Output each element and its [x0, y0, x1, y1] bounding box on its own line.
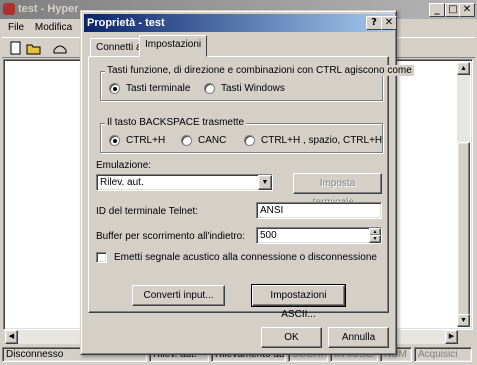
terminal-vertical-scrollbar[interactable]: ▲ ▼	[457, 62, 470, 327]
properties-dialog: Proprietà - test ? ✕ Connetti a Impostaz…	[80, 10, 414, 355]
backspace-legend: Il tasto BACKSPACE trasmette	[105, 117, 247, 128]
emulation-dropdown[interactable]: Rilev. aut. ▼	[96, 174, 273, 191]
beep-checkbox[interactable]	[96, 252, 107, 263]
ok-button[interactable]: OK	[261, 327, 322, 348]
scroll-buffer-label: Buffer per scorrimento all'indietro:	[96, 231, 246, 242]
dialog-title: Proprietà - test	[87, 17, 165, 29]
menu-file[interactable]: File	[8, 22, 24, 33]
emulation-dropdown-value: Rilev. aut.	[100, 177, 144, 188]
chevron-down-icon[interactable]: ▼	[258, 175, 272, 190]
app-icon	[3, 3, 15, 15]
radio-windows-keys-label[interactable]: Tasti Windows	[221, 83, 285, 94]
dialog-title-bar[interactable]: Proprietà - test ? ✕	[84, 14, 397, 32]
telnet-id-field[interactable]: ANSI	[256, 202, 382, 219]
function-keys-legend: Tasti funzione, di direzione e combinazi…	[105, 65, 414, 76]
scroll-down-button[interactable]: ▼	[457, 314, 470, 327]
scroll-buffer-stepper[interactable]: 500 ▲ ▼	[256, 227, 382, 244]
menu-modifica[interactable]: Modifica	[35, 22, 72, 33]
radio-terminal-keys[interactable]	[109, 83, 120, 94]
status-capture: Acquisici	[414, 347, 472, 362]
telnet-id-label: ID del terminale Telnet:	[96, 206, 199, 217]
terminal-setup-button[interactable]: Imposta terminale...	[293, 173, 382, 208]
main-window-title: test - Hyper	[18, 3, 79, 15]
help-button[interactable]: ?	[366, 16, 382, 30]
scroll-thumb[interactable]	[457, 142, 470, 322]
ascii-settings-button[interactable]: Impostazioni ASCII...	[251, 284, 346, 320]
radio-ctrl-h[interactable]	[109, 135, 120, 146]
radio-windows-keys[interactable]	[204, 83, 215, 94]
minimize-button[interactable]: _	[429, 3, 445, 17]
open-folder-icon[interactable]	[26, 41, 42, 56]
emulation-label: Emulazione:	[96, 160, 152, 171]
phone-icon[interactable]	[52, 41, 68, 56]
stepper-down-icon[interactable]: ▼	[369, 235, 381, 243]
tab-impostazioni[interactable]: Impostazioni	[139, 35, 208, 57]
radio-ctrl-h-space[interactable]	[244, 135, 255, 146]
beep-checkbox-label[interactable]: Emetti segnale acustico alla connessione…	[114, 252, 377, 263]
backspace-group: Il tasto BACKSPACE trasmette CTRL+H CANC…	[100, 117, 383, 153]
radio-ctrl-h-space-label[interactable]: CTRL+H , spazio, CTRL+H	[261, 135, 382, 146]
function-keys-group: Tasti funzione, di direzione e combinazi…	[100, 65, 414, 101]
scroll-left-button[interactable]: ◀	[5, 330, 18, 344]
new-icon[interactable]	[8, 41, 24, 56]
dialog-close-button[interactable]: ✕	[381, 16, 397, 30]
scroll-right-button[interactable]: ▶	[445, 330, 458, 344]
radio-canc-label[interactable]: CANC	[198, 135, 226, 146]
radio-terminal-keys-label[interactable]: Tasti terminale	[126, 83, 190, 94]
close-button[interactable]: ✕	[459, 3, 475, 17]
radio-canc[interactable]	[181, 135, 192, 146]
settings-tab-panel: Tasti funzione, di direzione e combinazi…	[88, 56, 414, 320]
radio-ctrl-h-label[interactable]: CTRL+H	[126, 135, 165, 146]
scroll-up-button[interactable]: ▲	[457, 62, 470, 75]
scroll-buffer-value: 500	[260, 230, 277, 241]
convert-input-button[interactable]: Converti input...	[132, 285, 225, 306]
cancel-button[interactable]: Annulla	[328, 327, 389, 348]
